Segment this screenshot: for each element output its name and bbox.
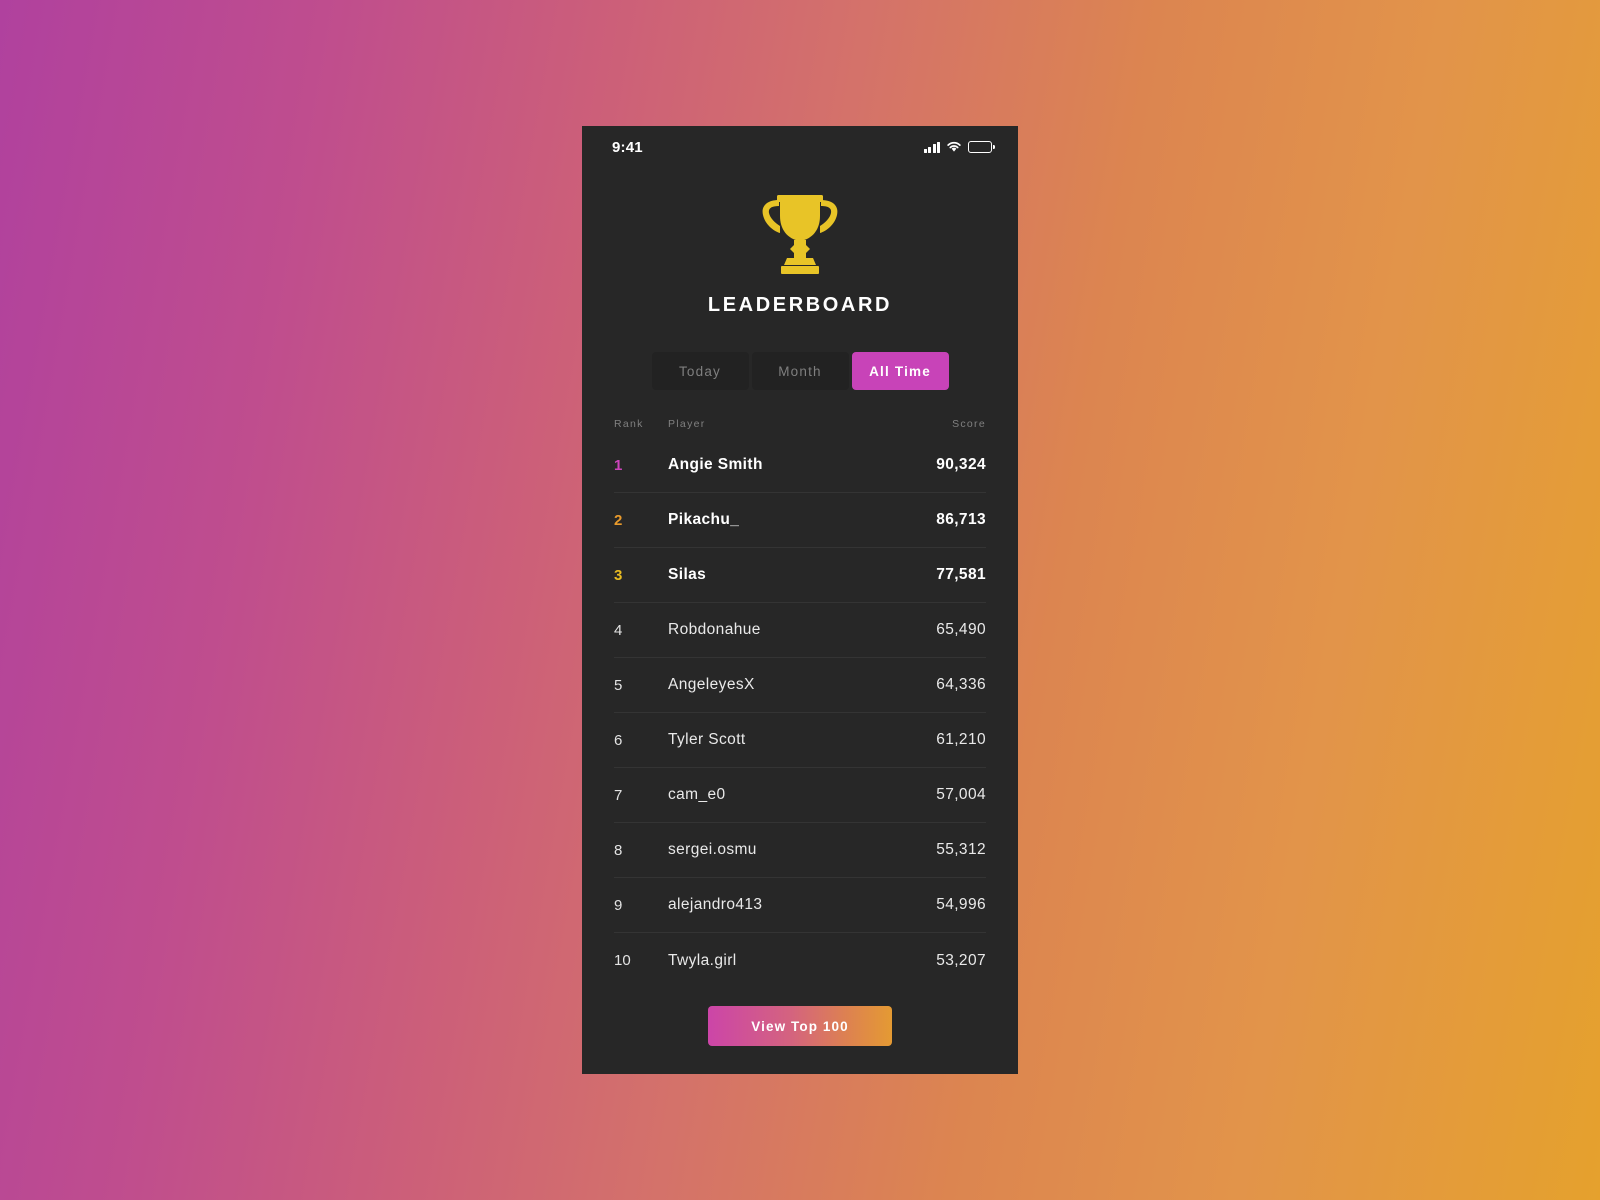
row-player: Robdonahue xyxy=(668,621,761,638)
table-row[interactable]: 4 Robdonahue 65,490 xyxy=(614,603,986,658)
page-title: LEADERBOARD xyxy=(707,294,893,316)
row-player: sergei.osmu xyxy=(668,841,757,858)
row-rank: 7 xyxy=(614,786,623,804)
row-player: Pikachu_ xyxy=(668,511,740,528)
tab-month[interactable]: Month xyxy=(751,352,849,390)
row-rank: 3 xyxy=(614,566,623,584)
tab-today[interactable]: Today xyxy=(651,352,749,390)
header-rank: Rank xyxy=(614,418,644,430)
row-score: 57,004 xyxy=(936,786,986,803)
row-player: AngeleyesX xyxy=(668,676,755,693)
table-row[interactable]: 1 Angie Smith 90,324 xyxy=(614,438,986,493)
table-row[interactable]: 7 cam_e0 57,004 xyxy=(614,768,986,823)
table-row[interactable]: 3 Silas 77,581 xyxy=(614,548,986,603)
row-rank: 9 xyxy=(614,896,623,914)
view-top-100-button[interactable]: View Top 100 xyxy=(708,1006,892,1046)
phone-screen: 9:41 LEADERBOARD Today Month All Time Ra… xyxy=(582,126,1018,1074)
row-player: Silas xyxy=(668,566,707,583)
status-time: 9:41 xyxy=(612,138,643,156)
battery-icon xyxy=(968,141,995,153)
time-range-tabs: Today Month All Time xyxy=(651,352,949,390)
table-row[interactable]: 2 Pikachu_ 86,713 xyxy=(614,493,986,548)
row-score: 64,336 xyxy=(936,676,986,693)
table-row[interactable]: 5 AngeleyesX 64,336 xyxy=(614,658,986,713)
row-player: Tyler Scott xyxy=(668,731,746,748)
row-rank: 1 xyxy=(614,456,623,474)
row-player: cam_e0 xyxy=(668,786,726,803)
row-score: 86,713 xyxy=(936,511,986,528)
row-score: 61,210 xyxy=(936,731,986,748)
table-row[interactable]: 10 Twyla.girl 53,207 xyxy=(614,933,986,988)
row-score: 55,312 xyxy=(936,841,986,858)
row-score: 54,996 xyxy=(936,896,986,913)
table-row[interactable]: 9 alejandro413 54,996 xyxy=(614,878,986,933)
cellular-signal-icon xyxy=(923,141,940,153)
row-rank: 10 xyxy=(614,952,631,969)
hero-header: LEADERBOARD xyxy=(582,168,1018,317)
row-score: 65,490 xyxy=(936,621,986,638)
table-row[interactable]: 8 sergei.osmu 55,312 xyxy=(614,823,986,878)
row-rank: 8 xyxy=(614,841,623,859)
header-player: Player xyxy=(668,418,706,430)
row-score: 90,324 xyxy=(936,456,986,473)
row-score: 77,581 xyxy=(936,566,986,583)
cta-container: View Top 100 xyxy=(582,988,1018,1074)
row-player: Angie Smith xyxy=(668,456,763,473)
table-header-row: Rank Player Score xyxy=(614,418,986,438)
row-rank: 2 xyxy=(614,511,623,529)
row-score: 53,207 xyxy=(936,951,986,969)
row-player: alejandro413 xyxy=(668,896,763,913)
table-row[interactable]: 6 Tyler Scott 61,210 xyxy=(614,713,986,768)
status-icons xyxy=(923,141,995,153)
trophy-icon xyxy=(762,195,838,274)
tab-all-time[interactable]: All Time xyxy=(851,352,949,390)
leaderboard-table: Rank Player Score 1 Angie Smith 90,324 2… xyxy=(614,418,986,988)
row-player: Twyla.girl xyxy=(668,951,737,969)
row-rank: 6 xyxy=(614,731,623,749)
status-bar: 9:41 xyxy=(582,126,1018,168)
row-rank: 5 xyxy=(614,676,623,694)
header-score: Score xyxy=(952,418,986,430)
row-rank: 4 xyxy=(614,621,623,639)
wifi-icon xyxy=(947,141,961,152)
